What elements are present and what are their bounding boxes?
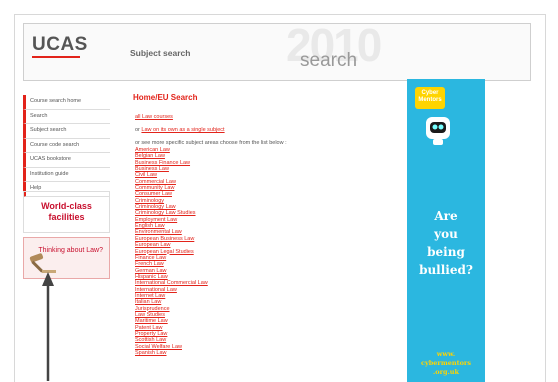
search-heading: search: [300, 50, 358, 71]
single-subject-line: or Law on its own as a single subject: [135, 127, 225, 133]
subject-list-intro: or see more specific subject areas choos…: [135, 140, 287, 146]
page-frame: UCAS Subject search 2010 search Course s…: [14, 14, 546, 382]
single-subject-link[interactable]: Law on its own as a single subject: [141, 127, 224, 133]
sidebar-item-ucas-bookstore[interactable]: UCAS bookstore: [23, 153, 110, 168]
logo-underline: [32, 56, 80, 58]
ad-line: you: [434, 227, 458, 241]
ad-badge: Cyber Mentors: [415, 87, 445, 109]
gavel-icon: [29, 253, 56, 273]
sidebar-nav: Course search home Search Subject search…: [23, 95, 110, 197]
ad-line: Are: [434, 209, 458, 223]
annotation-arrow-icon: [42, 272, 54, 381]
ad-url-line: www.: [436, 350, 456, 358]
ucas-logo[interactable]: UCAS: [32, 34, 88, 56]
ad-message: Are you being bullied?: [407, 207, 485, 279]
sidebar-item-course-search-home[interactable]: Course search home: [23, 95, 110, 110]
subject-link[interactable]: International Commercial Law: [135, 280, 208, 286]
subject-list: American Law Belgian Law Business Finance …: [135, 147, 208, 356]
ad-line: being: [427, 245, 465, 259]
cybermentors-ad[interactable]: Cyber Mentors Are you being bullied? www…: [407, 79, 485, 382]
ad-url: www. cybermentors .org.uk: [407, 350, 485, 377]
main-content: Home/EU Search all Law courses or Law on…: [133, 87, 393, 356]
promo-law-label: Thinking about Law?: [38, 247, 103, 254]
promo-world-class-label: World-class facilities: [41, 201, 92, 222]
ad-line: bullied?: [419, 263, 473, 277]
or-prefix: or: [135, 127, 140, 133]
promo-thinking-about-law[interactable]: Thinking about Law?: [23, 237, 110, 279]
section-title: Subject search: [130, 48, 191, 58]
sidebar-item-course-code-search[interactable]: Course code search: [23, 138, 110, 153]
page-title: Home/EU Search: [133, 93, 198, 102]
robot-mascot-icon: [426, 117, 450, 145]
site-header: UCAS Subject search 2010 search: [23, 23, 531, 81]
promo-world-class-facilities[interactable]: World-class facilities: [23, 191, 110, 233]
sidebar-item-search[interactable]: Search: [23, 109, 110, 124]
all-law-courses-link[interactable]: all Law courses: [135, 114, 173, 120]
ad-url-line: .org.uk: [432, 368, 460, 376]
sidebar-item-subject-search[interactable]: Subject search: [23, 124, 110, 139]
ad-url-line: cybermentors: [420, 359, 471, 367]
subject-link[interactable]: Spanish Law: [135, 350, 208, 356]
sidebar-item-institution-guide[interactable]: Institution guide: [23, 167, 110, 182]
